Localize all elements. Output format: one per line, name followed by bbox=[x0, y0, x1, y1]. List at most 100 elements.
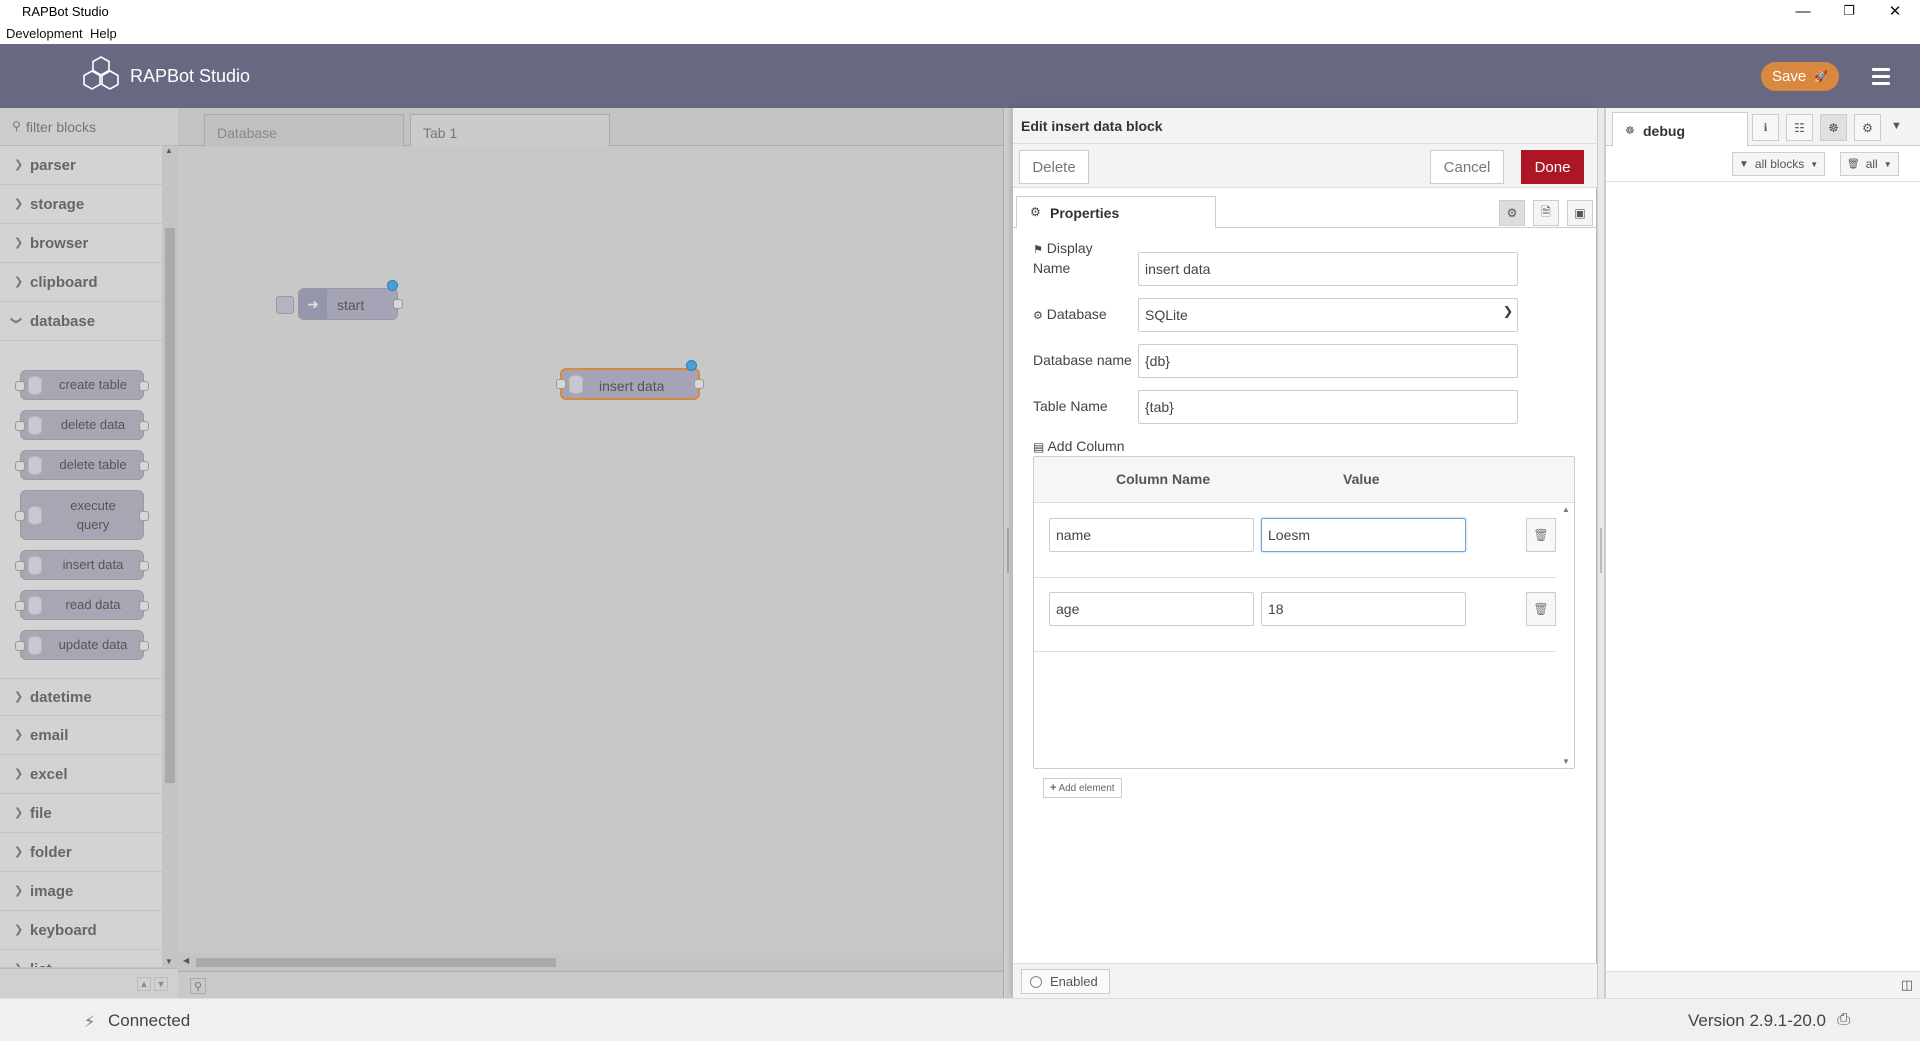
palette-category-excel[interactable]: ❯ excel bbox=[0, 756, 162, 794]
palette-node-read-data[interactable]: read data bbox=[15, 590, 149, 620]
caret-down-icon: ▼ bbox=[1883, 159, 1892, 169]
palette-filter: ⚲ bbox=[0, 108, 178, 146]
sidebar: ☸ debug i ☷ ☸ ⚙ ▼ ▼ all blocks ▼ 🗑 all ▼… bbox=[1605, 108, 1920, 998]
version-label: Version 2.9.1-20.0 bbox=[1688, 1011, 1826, 1030]
scroll-up-icon[interactable]: ▲ bbox=[1562, 505, 1570, 514]
sidebar-footer: ◫ bbox=[1606, 971, 1920, 998]
search-icon[interactable]: ⚲ bbox=[190, 978, 206, 994]
scroll-down-icon[interactable]: ▼ bbox=[165, 957, 173, 966]
close-button[interactable]: ✕ bbox=[1872, 0, 1918, 22]
column-list: Column Name Value 🗑 🗑 ▲ ▼ bbox=[1033, 456, 1575, 769]
restore-button[interactable]: ❐ bbox=[1826, 0, 1872, 22]
column-name-input[interactable] bbox=[1049, 518, 1254, 552]
appearance-tab-button[interactable]: ▣ bbox=[1567, 200, 1593, 226]
collapse-all-icon[interactable]: ▲ bbox=[137, 977, 151, 991]
minimize-button[interactable]: — bbox=[1780, 0, 1826, 22]
tab-debug[interactable]: ☸ debug bbox=[1612, 112, 1748, 147]
palette-node-delete-table[interactable]: delete table bbox=[15, 450, 149, 480]
database-select[interactable]: SQLite bbox=[1138, 298, 1518, 332]
info-button[interactable]: i bbox=[1752, 114, 1779, 141]
workspace-hscrollbar[interactable]: ◀ bbox=[178, 953, 1003, 971]
output-port[interactable] bbox=[393, 299, 403, 309]
palette-node-execute-query[interactable]: execute query bbox=[15, 490, 149, 540]
remove-row-button[interactable]: 🗑 bbox=[1526, 592, 1556, 626]
workspace-resize-handle[interactable] bbox=[1003, 108, 1012, 998]
inject-button[interactable] bbox=[276, 296, 294, 314]
filter-blocks-input[interactable] bbox=[26, 117, 166, 137]
palette-category-clipboard[interactable]: ❯ clipboard bbox=[0, 264, 162, 302]
debug-button[interactable]: ☸ bbox=[1820, 114, 1847, 141]
done-button[interactable]: Done bbox=[1521, 150, 1584, 184]
palette-category-image[interactable]: ❯ image bbox=[0, 873, 162, 911]
scrollbar-thumb[interactable] bbox=[196, 958, 556, 967]
palette-category-browser[interactable]: ❯ browser bbox=[0, 225, 162, 263]
output-port bbox=[139, 561, 149, 571]
monitor-icon[interactable]: ◫ bbox=[1901, 977, 1913, 993]
category-label: email bbox=[30, 727, 69, 744]
menu-development[interactable]: Development bbox=[6, 26, 83, 41]
palette-category-email[interactable]: ❯ email bbox=[0, 717, 162, 755]
delete-button[interactable]: Delete bbox=[1019, 150, 1089, 184]
flow-node-insert-data[interactable]: insert data bbox=[556, 360, 704, 400]
scroll-down-icon[interactable]: ▼ bbox=[1562, 757, 1570, 766]
palette-node-insert-data[interactable]: insert data bbox=[15, 550, 149, 580]
enabled-toggle[interactable]: Enabled bbox=[1021, 969, 1110, 994]
scroll-up-icon[interactable]: ▲ bbox=[165, 146, 173, 155]
chevron-right-icon: ❯ bbox=[14, 159, 24, 171]
table-name-input[interactable] bbox=[1138, 390, 1518, 424]
sidebar-resize-handle[interactable] bbox=[1597, 108, 1605, 998]
palette-category-database[interactable]: ❯ database bbox=[0, 303, 162, 341]
circle-icon bbox=[1030, 975, 1042, 988]
caret-down-icon[interactable]: ▼ bbox=[1891, 120, 1902, 132]
column-name-input[interactable] bbox=[1049, 592, 1254, 626]
trash-icon: 🗑 bbox=[1847, 158, 1860, 170]
filter-all-blocks-button[interactable]: ▼ all blocks ▼ bbox=[1732, 152, 1826, 176]
output-port[interactable] bbox=[694, 379, 704, 389]
database-icon bbox=[28, 456, 42, 475]
menu-help[interactable]: Help bbox=[90, 26, 117, 41]
palette-node-create-table[interactable]: create table bbox=[15, 370, 149, 400]
palette-category-datetime[interactable]: ❯ datetime bbox=[0, 678, 162, 716]
palette-category-list[interactable]: ❯ list bbox=[0, 951, 162, 968]
output-port bbox=[139, 461, 149, 471]
download-icon[interactable]: ⎙ bbox=[1837, 1011, 1850, 1029]
settings-tab-button[interactable]: ⚙ bbox=[1499, 200, 1525, 226]
label-line-1: Display bbox=[1046, 240, 1093, 256]
database-name-input[interactable] bbox=[1138, 344, 1518, 378]
palette-category-folder[interactable]: ❯ folder bbox=[0, 834, 162, 872]
brand-name: RAPBot Studio bbox=[130, 66, 251, 86]
expand-all-icon[interactable]: ▼ bbox=[154, 977, 168, 991]
editor-tray: Edit insert data block Delete Cancel Don… bbox=[1012, 108, 1598, 998]
palette-category-file[interactable]: ❯ file bbox=[0, 795, 162, 833]
scrollbar-thumb[interactable] bbox=[165, 228, 175, 783]
add-element-button[interactable]: + Add element bbox=[1043, 778, 1122, 798]
scroll-left-icon[interactable]: ◀ bbox=[183, 956, 189, 965]
input-port[interactable] bbox=[556, 379, 566, 389]
menu-icon[interactable] bbox=[1867, 64, 1895, 88]
tab-properties[interactable]: ⚙ Properties bbox=[1016, 196, 1216, 229]
filter-icon: ▼ bbox=[1739, 158, 1749, 170]
help-book-button[interactable]: ☷ bbox=[1786, 114, 1813, 141]
cancel-button[interactable]: Cancel bbox=[1430, 150, 1504, 184]
flow-node-start[interactable]: ➜ start bbox=[276, 280, 403, 320]
tab-tab-1[interactable]: Tab 1 bbox=[410, 114, 610, 146]
tab-database[interactable]: Database bbox=[204, 114, 404, 146]
palette-category-parser[interactable]: ❯ parser bbox=[0, 147, 162, 185]
chevron-right-icon: ❯ bbox=[14, 846, 24, 858]
display-name-input[interactable] bbox=[1138, 252, 1518, 286]
palette-category-storage[interactable]: ❯ storage bbox=[0, 186, 162, 224]
config-button[interactable]: ⚙ bbox=[1854, 114, 1881, 141]
save-button[interactable]: Save 🚀 bbox=[1761, 62, 1839, 91]
palette-node-delete-data[interactable]: delete data bbox=[15, 410, 149, 440]
palette-node-update-data[interactable]: update data bbox=[15, 630, 149, 660]
palette-category-keyboard[interactable]: ❯ keyboard bbox=[0, 912, 162, 950]
column-list-scrollbar[interactable]: ▲ ▼ bbox=[1560, 503, 1574, 768]
column-value-input[interactable] bbox=[1261, 518, 1466, 552]
remove-row-button[interactable]: 🗑 bbox=[1526, 518, 1556, 552]
palette-scrollbar[interactable]: ▲ ▼ bbox=[162, 146, 178, 968]
description-tab-button[interactable]: 🗎 bbox=[1533, 200, 1559, 226]
category-label: browser bbox=[30, 235, 89, 252]
column-value-input[interactable] bbox=[1261, 592, 1466, 626]
clear-all-button[interactable]: 🗑 all ▼ bbox=[1840, 152, 1899, 176]
plus-icon: + bbox=[1050, 782, 1057, 794]
